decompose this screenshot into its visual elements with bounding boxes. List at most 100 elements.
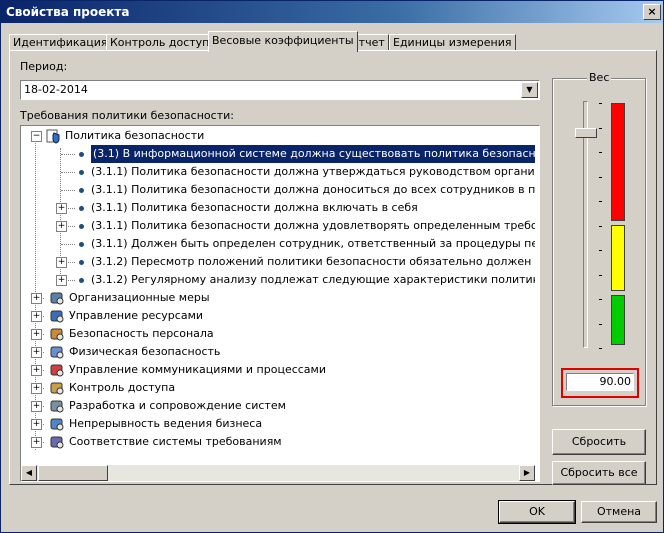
slider-tick [599, 152, 602, 153]
tree-node-requirement[interactable]: (3.1.1) Политика безопасности должна дон… [21, 181, 535, 199]
tree-node-category[interactable]: + Управление коммуникациями и процессами [21, 361, 521, 379]
tree-node-label: Непрерывность ведения бизнеса [69, 417, 263, 430]
tree-node-requirement[interactable]: + (3.1.1) Политика безопасности должна вк… [21, 199, 535, 217]
weight-slider-track[interactable] [583, 101, 588, 348]
weight-scale-yellow [611, 225, 625, 291]
reset-button[interactable]: Сбросить [552, 429, 646, 455]
tree-node-label: Физическая безопасность [69, 345, 221, 358]
physical-security-icon [50, 346, 64, 359]
tree-connector [61, 172, 75, 173]
expand-icon[interactable]: + [56, 221, 67, 232]
tree-node-label: (3.1) В информационной системе должна су… [91, 145, 535, 163]
weight-legend: Вес [587, 71, 612, 84]
tree-node-label: Контроль доступа [69, 381, 176, 394]
personnel-icon [50, 328, 64, 341]
tree-node-requirement[interactable]: + (3.1.2) Пересмотр положений политики бе… [21, 253, 535, 271]
tab-identification[interactable]: Идентификация [9, 34, 112, 51]
tab-access-control[interactable]: Контроль доступа [106, 34, 221, 51]
expand-icon[interactable]: + [56, 275, 67, 286]
tree-node-label: (3.1.2) Пересмотр положений политики без… [91, 255, 535, 268]
tree-node-requirement[interactable]: (3.1.1) Должен быть определен сотрудник,… [21, 235, 535, 253]
weight-value-highlight: 90.00 [561, 368, 639, 398]
period-dropdown[interactable]: 18-02-2014 ▼ [20, 80, 540, 100]
weight-slider-thumb[interactable] [575, 128, 597, 138]
tree-node-requirement[interactable]: (3.1) В информационной системе должна су… [21, 145, 535, 163]
tree-node-label: (3.1.2) Регулярному анализу подлежат сле… [91, 273, 535, 286]
tab-units[interactable]: Единицы измерения [389, 34, 516, 51]
slider-tick [599, 127, 602, 129]
expand-icon[interactable]: + [31, 383, 42, 394]
tree-viewport: − Политика безопасности (3.1) В информац… [21, 126, 535, 461]
access-control-icon [50, 382, 64, 395]
scroll-right-icon[interactable]: ▶ [519, 465, 535, 481]
tree-node-category[interactable]: + Контроль доступа [21, 379, 521, 397]
period-value: 18-02-2014 [24, 83, 88, 96]
requirement-bullet-icon [79, 242, 84, 247]
window-title: Свойства проекта [6, 5, 130, 19]
requirement-bullet-icon [79, 170, 84, 175]
tree-connector [61, 190, 75, 191]
cancel-button[interactable]: Отмена [581, 501, 657, 523]
tree-node-requirement[interactable]: + (3.1.1) Политика безопасности должна уд… [21, 217, 535, 235]
expand-icon[interactable]: + [31, 365, 42, 376]
slider-tick [599, 176, 602, 178]
tree-node-label: Соответствие системы требованиям [69, 435, 282, 448]
tree-node-category[interactable]: + Непрерывность ведения бизнеса [21, 415, 521, 433]
organization-icon [50, 292, 64, 305]
horizontal-scrollbar[interactable]: ◀ ▶ [21, 465, 535, 481]
requirement-bullet-icon [79, 206, 84, 211]
period-label: Период: [20, 60, 68, 73]
tree-connector [61, 154, 75, 155]
continuity-icon [50, 418, 64, 431]
weight-groupbox: Вес 90.00 [552, 71, 646, 406]
dropdown-arrow-icon[interactable]: ▼ [521, 82, 538, 98]
expand-icon[interactable]: + [31, 293, 42, 304]
tree-node-label: Управление ресурсами [69, 309, 204, 322]
weight-scale-green [611, 295, 625, 345]
tree-node-label: Организационные меры [69, 291, 210, 304]
tree-node-category[interactable]: + Соответствие системы требованиям [21, 433, 521, 451]
scrollbar-thumb[interactable] [38, 465, 108, 481]
expand-icon[interactable]: + [31, 437, 42, 448]
expand-icon[interactable]: + [31, 329, 42, 340]
collapse-icon[interactable]: − [31, 131, 42, 142]
tree-node-category[interactable]: + Безопасность персонала [21, 325, 521, 343]
expand-icon[interactable]: + [56, 203, 67, 214]
tree-node-label: (3.1.1) Политика безопасности должна утв… [91, 165, 535, 178]
expand-icon[interactable]: + [31, 311, 42, 322]
expand-icon[interactable]: + [31, 419, 42, 430]
slider-tick [599, 323, 602, 325]
tree-label: Требования политики безопасности: [20, 109, 234, 122]
expand-icon[interactable]: + [31, 401, 42, 412]
tree-connector [61, 244, 75, 245]
requirement-bullet-icon [79, 152, 84, 157]
scroll-left-icon[interactable]: ◀ [21, 465, 37, 481]
requirement-bullet-icon [79, 224, 84, 229]
slider-tick [599, 250, 602, 251]
slider-tick [599, 103, 602, 104]
requirement-bullet-icon [79, 260, 84, 265]
reset-all-button[interactable]: Сбросить все [552, 461, 646, 485]
weight-input[interactable]: 90.00 [566, 373, 634, 391]
tab-weight-coefficients[interactable]: Весовые коэффициенты [208, 31, 358, 52]
ok-button[interactable]: OK [498, 500, 576, 524]
tree-node-label: Безопасность персонала [69, 327, 214, 340]
tree-node-category[interactable]: + Разработка и сопровождение систем [21, 397, 521, 415]
tree-node-requirement[interactable]: (3.1.1) Политика безопасности должна утв… [21, 163, 535, 181]
weight-scale-red [611, 103, 625, 221]
slider-tick [599, 274, 602, 276]
close-button[interactable]: × [643, 4, 661, 20]
tree-node-label: (3.1.1) Политика безопасности должна удо… [91, 219, 535, 232]
tree-node-root[interactable]: − Политика безопасности [21, 127, 521, 145]
slider-tick [599, 348, 602, 349]
expand-icon[interactable]: + [31, 347, 42, 358]
tree-node-requirement[interactable]: + (3.1.2) Регулярному анализу подлежат сл… [21, 271, 535, 289]
tree-node-category[interactable]: + Организационные меры [21, 289, 521, 307]
project-properties-dialog: Свойства проекта × Идентификация Контрол… [0, 0, 664, 533]
expand-icon[interactable]: + [56, 257, 67, 268]
requirement-bullet-icon [79, 188, 84, 193]
tree-node-category[interactable]: + Управление ресурсами [21, 307, 521, 325]
requirements-tree[interactable]: − Политика безопасности (3.1) В информац… [20, 125, 540, 482]
policy-icon [46, 129, 60, 144]
tree-node-category[interactable]: + Физическая безопасность [21, 343, 521, 361]
